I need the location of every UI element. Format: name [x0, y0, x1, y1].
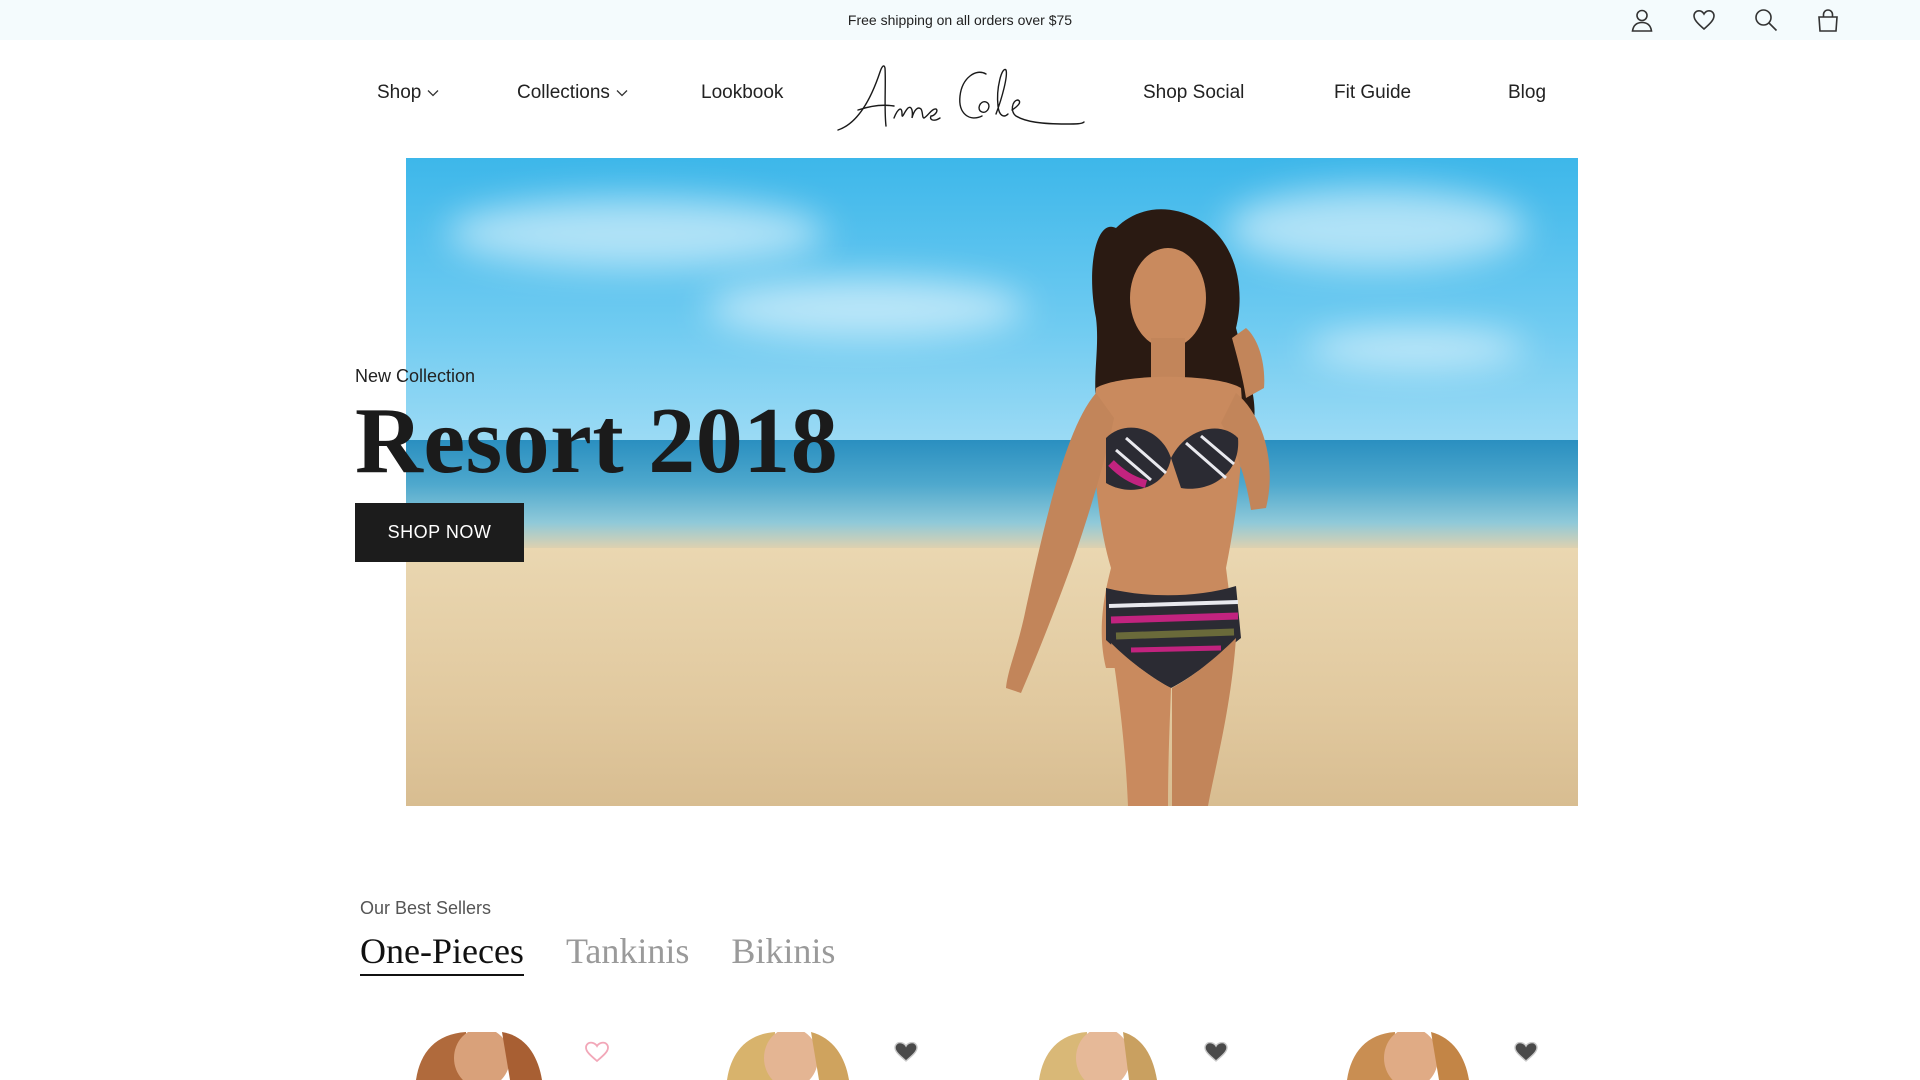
product-photo	[1039, 1032, 1157, 1080]
product-photo	[416, 1032, 542, 1080]
best-sellers-tabs: One-Pieces Tankinis Bikinis	[360, 930, 835, 976]
wishlist-button[interactable]	[1690, 6, 1718, 34]
bag-icon	[1818, 9, 1838, 32]
nav-fit-guide[interactable]: Fit Guide	[1334, 82, 1411, 104]
nav-blog[interactable]: Blog	[1508, 82, 1546, 104]
search-button[interactable]	[1752, 6, 1780, 34]
nav-collections-label: Collections	[517, 82, 610, 103]
product-image[interactable]	[406, 1032, 556, 1080]
heart-filled-icon[interactable]	[893, 1040, 919, 1064]
tab-tankinis[interactable]: Tankinis	[566, 930, 689, 976]
best-sellers-label: Our Best Sellers	[360, 898, 492, 918]
nav-shop-social[interactable]: Shop Social	[1143, 82, 1244, 104]
nav-lookbook[interactable]: Lookbook	[701, 82, 783, 104]
heart-filled-icon[interactable]	[1203, 1040, 1229, 1064]
anne-cole-signature-logo	[837, 65, 1085, 131]
nav-collections[interactable]: Collections	[517, 82, 628, 104]
shop-now-button[interactable]: SHOP NOW	[355, 503, 524, 562]
hero-eyebrow: New Collection	[355, 366, 476, 386]
heart-icon	[1693, 9, 1715, 31]
cart-button[interactable]	[1814, 6, 1842, 34]
model-photo	[1006, 209, 1270, 806]
nav-shop[interactable]: Shop	[377, 82, 439, 104]
brand-logo[interactable]	[836, 54, 1086, 142]
heart-filled-icon[interactable]	[1513, 1040, 1539, 1064]
nav-shop-label: Shop	[377, 82, 422, 103]
product-image[interactable]	[715, 1032, 865, 1080]
product-image[interactable]	[1025, 1032, 1175, 1080]
product-photo	[727, 1032, 849, 1080]
account-button[interactable]	[1628, 6, 1656, 34]
main-navigation: Shop Collections Lookbook Shop Social Fi…	[0, 40, 1920, 158]
product-card[interactable]	[1295, 1032, 1555, 1080]
user-icon	[1631, 9, 1653, 32]
hero-copy: New Collection Resort 2018	[355, 366, 838, 491]
nav-blog-label: Blog	[1508, 82, 1547, 103]
product-card[interactable]	[985, 1032, 1245, 1080]
search-icon	[1755, 9, 1778, 32]
nav-fit-guide-label: Fit Guide	[1334, 82, 1412, 103]
nav-shop-social-label: Shop Social	[1143, 82, 1245, 103]
tab-bikinis[interactable]: Bikinis	[731, 930, 835, 976]
sky-cloud	[446, 198, 826, 268]
chevron-down-icon	[427, 90, 439, 97]
product-image[interactable]	[1335, 1032, 1485, 1080]
chevron-down-icon	[616, 90, 628, 97]
heart-outline-icon[interactable]	[584, 1040, 610, 1064]
product-card[interactable]	[675, 1032, 935, 1080]
hero-headline: Resort 2018	[355, 389, 839, 493]
nav-lookbook-label: Lookbook	[701, 82, 784, 103]
product-grid	[0, 1032, 1920, 1080]
product-photo	[1347, 1032, 1469, 1080]
tab-one-pieces[interactable]: One-Pieces	[360, 930, 524, 976]
product-card[interactable]	[366, 1032, 626, 1080]
utility-icons	[1628, 6, 1842, 34]
announcement-bar: Free shipping on all orders over $75	[0, 0, 1920, 40]
